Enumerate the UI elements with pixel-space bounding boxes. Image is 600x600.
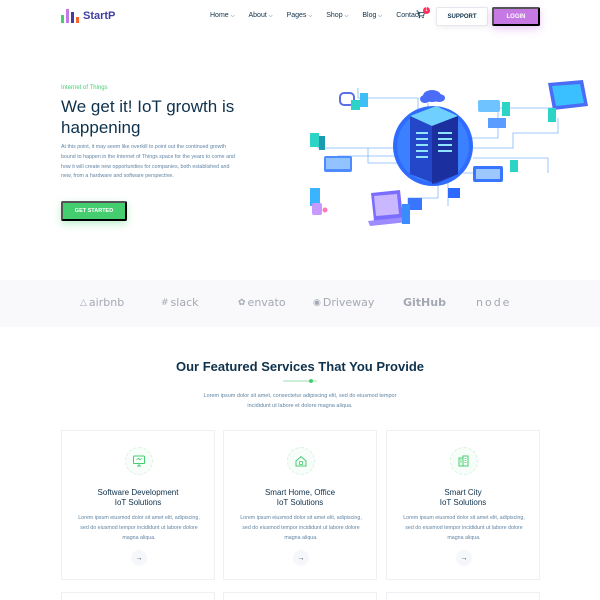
get-started-button[interactable]: GET STARTED — [61, 201, 127, 221]
service-card[interactable]: Smart City IoT Solutions Lorem ipsum eiu… — [386, 430, 540, 580]
service-card[interactable]: Software Development IoT Solutions Lorem… — [61, 430, 215, 580]
service-card-title: Smart Home, Office IoT Solutions — [224, 488, 376, 508]
service-card-text: Lorem ipsum eiusmod dolor sit amet elit,… — [240, 515, 362, 541]
service-card-title-line1: Smart Home, Office — [264, 488, 336, 497]
nav-shop-label: Shop — [326, 12, 343, 19]
nav-home-label: Home — [210, 12, 229, 19]
partner-driveway-label: Driveway — [322, 296, 375, 309]
service-card-title: Smart City IoT Solutions — [387, 488, 539, 508]
partner-envato-label: envato — [247, 296, 286, 309]
hero-text: At this point, it may seem like overkill… — [61, 144, 235, 180]
navbar: StartP Home ⌵ About ⌵ Pages ⌵ Shop ⌵ Blo… — [0, 0, 600, 34]
service-card-title-line2: IoT Solutions — [276, 498, 324, 507]
services-title: Our Featured Services That You Provide — [175, 359, 425, 374]
service-card-text: Lorem ipsum eiusmod dolor sit amet elit,… — [78, 515, 200, 541]
monitor-icon — [125, 447, 153, 475]
partner-airbnb-label: airbnb — [88, 296, 125, 309]
logo-bars-icon — [61, 9, 79, 23]
arrow-right-icon[interactable]: → — [293, 550, 309, 566]
logo-text: StartP — [83, 10, 116, 22]
service-card-title-line1: Software Development — [97, 488, 179, 497]
hero-title: We get it! IoT growth is happening — [61, 97, 235, 137]
service-card-next-row — [61, 592, 215, 600]
nav-blog[interactable]: Blog ⌵ — [362, 12, 382, 19]
nav-pages[interactable]: Pages ⌵ — [287, 12, 313, 19]
partners-strip: △ airbnb # slack ✿ envato ◉ Driveway Git… — [0, 280, 600, 327]
support-button[interactable]: SUPPORT — [436, 7, 488, 26]
service-card-next-row — [386, 592, 540, 600]
nav-about[interactable]: About ⌵ — [248, 12, 272, 19]
iot-illustration — [310, 80, 588, 226]
partner-driveway[interactable]: ◉ Driveway — [313, 296, 374, 309]
chevron-down-icon: ⌵ — [268, 12, 273, 19]
chevron-down-icon: ⌵ — [230, 12, 235, 19]
service-card-text: Lorem ipsum eiusmod dolor sit amet elit,… — [403, 515, 525, 541]
service-card-next-row — [223, 592, 377, 600]
service-card-title-line2: IoT Solutions — [439, 498, 487, 507]
arrow-right-icon[interactable]: → — [131, 550, 147, 566]
nav-blog-label: Blog — [362, 12, 377, 19]
hero-subtitle: Internet of Things — [61, 85, 108, 91]
nav-home[interactable]: Home ⌵ — [210, 12, 234, 19]
envato-icon: ✿ — [238, 297, 246, 308]
cart-count-badge: 1 — [423, 7, 430, 14]
service-card-title-line2: IoT Solutions — [114, 498, 162, 507]
login-button[interactable]: LOGIN — [492, 7, 540, 26]
nav-pages-label: Pages — [286, 12, 307, 19]
services-text: Lorem ipsum dolor sit amet, consectetur … — [203, 393, 397, 409]
partner-github-label: GitHub — [403, 296, 446, 309]
airbnb-icon: △ — [80, 297, 87, 308]
main-nav: Home ⌵ About ⌵ Pages ⌵ Shop ⌵ Blog ⌵ Con… — [210, 12, 434, 19]
chevron-down-icon: ⌵ — [344, 12, 349, 19]
partner-envato[interactable]: ✿ envato — [238, 296, 286, 309]
slack-icon: # — [161, 297, 169, 308]
smart-home-icon — [287, 447, 315, 475]
cart-button[interactable]: 1 — [416, 7, 430, 22]
chevron-down-icon: ⌵ — [308, 12, 313, 19]
service-card-title: Software Development IoT Solutions — [62, 488, 214, 508]
service-card[interactable]: Smart Home, Office IoT Solutions Lorem i… — [223, 430, 377, 580]
chevron-down-icon: ⌵ — [378, 12, 383, 19]
nav-shop[interactable]: Shop ⌵ — [326, 12, 348, 19]
logo[interactable]: StartP — [61, 9, 115, 23]
arrow-right-icon[interactable]: → — [456, 550, 472, 566]
partner-airbnb[interactable]: △ airbnb — [80, 296, 124, 309]
section-divider-dot — [309, 379, 313, 383]
partner-slack-label: slack — [170, 296, 199, 309]
city-buildings-icon — [450, 447, 478, 475]
partner-node-label: node — [476, 296, 512, 309]
nav-about-label: About — [248, 12, 267, 19]
driveway-icon: ◉ — [313, 297, 321, 308]
partner-slack[interactable]: # slack — [161, 296, 199, 309]
partner-github[interactable]: GitHub — [403, 296, 446, 309]
service-card-title-line1: Smart City — [444, 488, 482, 497]
partner-node[interactable]: node — [476, 296, 511, 309]
